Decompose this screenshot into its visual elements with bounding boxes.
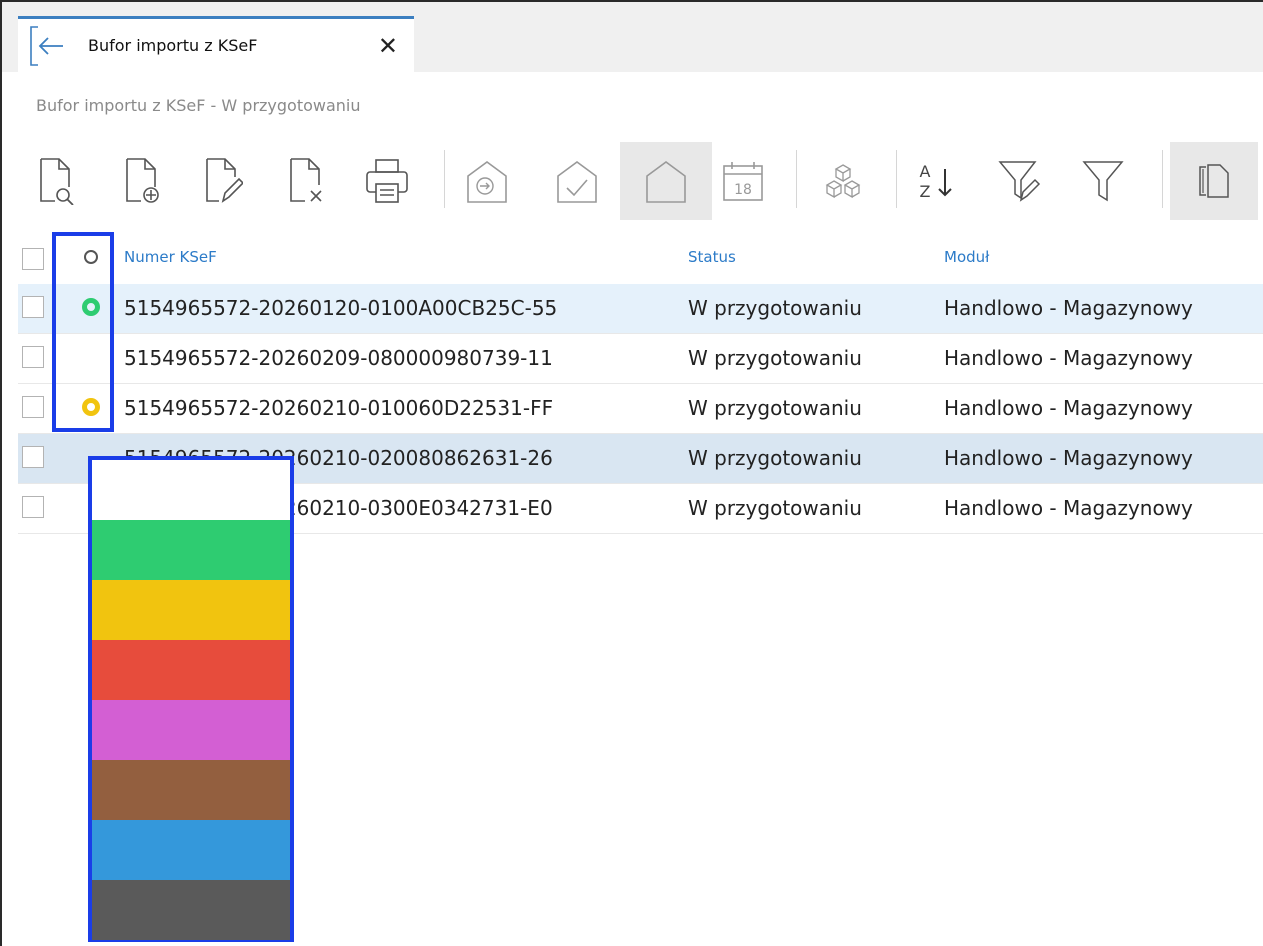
row-checkbox[interactable] [22, 496, 44, 518]
toolbar: 18 AZ [18, 142, 1258, 220]
cell-modul: Handlowo - Magazynowy [944, 396, 1193, 420]
preview-doc-icon[interactable] [28, 142, 86, 220]
table-row[interactable]: 5154965572-20260210-010060D22531-FF W pr… [18, 384, 1263, 434]
swatch-yellow[interactable] [92, 580, 290, 640]
select-all-checkbox[interactable] [22, 248, 44, 270]
edit-doc-icon[interactable] [194, 142, 252, 220]
back-arrow-icon[interactable] [30, 25, 66, 67]
swatch-green[interactable] [92, 520, 290, 580]
cell-modul: Handlowo - Magazynowy [944, 296, 1193, 320]
filter-icon[interactable] [1074, 142, 1132, 220]
import-house-icon[interactable] [458, 142, 516, 220]
swatch-white[interactable] [92, 460, 290, 520]
calendar-day: 18 [734, 182, 752, 198]
row-checkbox[interactable] [22, 446, 44, 468]
grid-header: Numer KSeF Status Moduł [18, 234, 1263, 284]
row-checkbox[interactable] [22, 346, 44, 368]
app-window: Bufor importu z KSeF ✕ Bufor importu z K… [0, 0, 1263, 946]
sort-a-letter: A [920, 162, 931, 181]
house-icon[interactable] [620, 142, 712, 220]
row-checkbox[interactable] [22, 296, 44, 318]
color-marker-column-highlight [52, 232, 114, 432]
cell-modul: Handlowo - Magazynowy [944, 346, 1193, 370]
cell-status: W przygotowaniu [688, 446, 862, 470]
cell-status: W przygotowaniu [688, 396, 862, 420]
swatch-red[interactable] [92, 640, 290, 700]
header-numer-ksef[interactable]: Numer KSeF [124, 248, 217, 266]
tab-bar: Bufor importu z KSeF ✕ [2, 2, 1263, 72]
delete-doc-icon[interactable] [278, 142, 336, 220]
swatch-gray[interactable] [92, 880, 290, 940]
close-icon[interactable]: ✕ [378, 34, 398, 58]
table-row[interactable]: 5154965572-20260209-080000980739-11 W pr… [18, 334, 1263, 384]
edit-filter-icon[interactable] [990, 142, 1048, 220]
row-checkbox[interactable] [22, 396, 44, 418]
table-row[interactable]: 5154965572-20260120-0100A00CB25C-55 W pr… [18, 284, 1263, 334]
color-palette-dropdown [88, 456, 294, 942]
header-status[interactable]: Status [688, 248, 736, 266]
confirm-house-icon[interactable] [548, 142, 606, 220]
sort-z-letter: Z [920, 182, 931, 201]
calendar-icon[interactable]: 18 [714, 142, 772, 220]
cell-numer-ksef: 5154965572-20260120-0100A00CB25C-55 [124, 296, 558, 320]
cell-status: W przygotowaniu [688, 346, 862, 370]
cell-modul: Handlowo - Magazynowy [944, 496, 1193, 520]
swatch-brown[interactable] [92, 760, 290, 820]
tab-title: Bufor importu z KSeF [88, 36, 258, 55]
swatch-blue[interactable] [92, 820, 290, 880]
add-doc-icon[interactable] [114, 142, 172, 220]
cell-status: W przygotowaniu [688, 296, 862, 320]
cell-status: W przygotowaniu [688, 496, 862, 520]
copy-pages-icon[interactable] [1170, 142, 1258, 220]
cell-numer-ksef: 5154965572-20260210-010060D22531-FF [124, 396, 554, 420]
swatch-purple[interactable] [92, 700, 290, 760]
print-icon[interactable] [358, 142, 416, 220]
cell-numer-ksef: 5154965572-20260209-080000980739-11 [124, 346, 553, 370]
cell-modul: Handlowo - Magazynowy [944, 446, 1193, 470]
cubes-icon[interactable] [814, 142, 872, 220]
breadcrumb: Bufor importu z KSeF - W przygotowaniu [36, 96, 361, 115]
header-modul[interactable]: Moduł [944, 248, 989, 266]
tab-bufor-importu[interactable]: Bufor importu z KSeF ✕ [18, 16, 414, 72]
sort-az-icon[interactable]: AZ [908, 142, 966, 220]
